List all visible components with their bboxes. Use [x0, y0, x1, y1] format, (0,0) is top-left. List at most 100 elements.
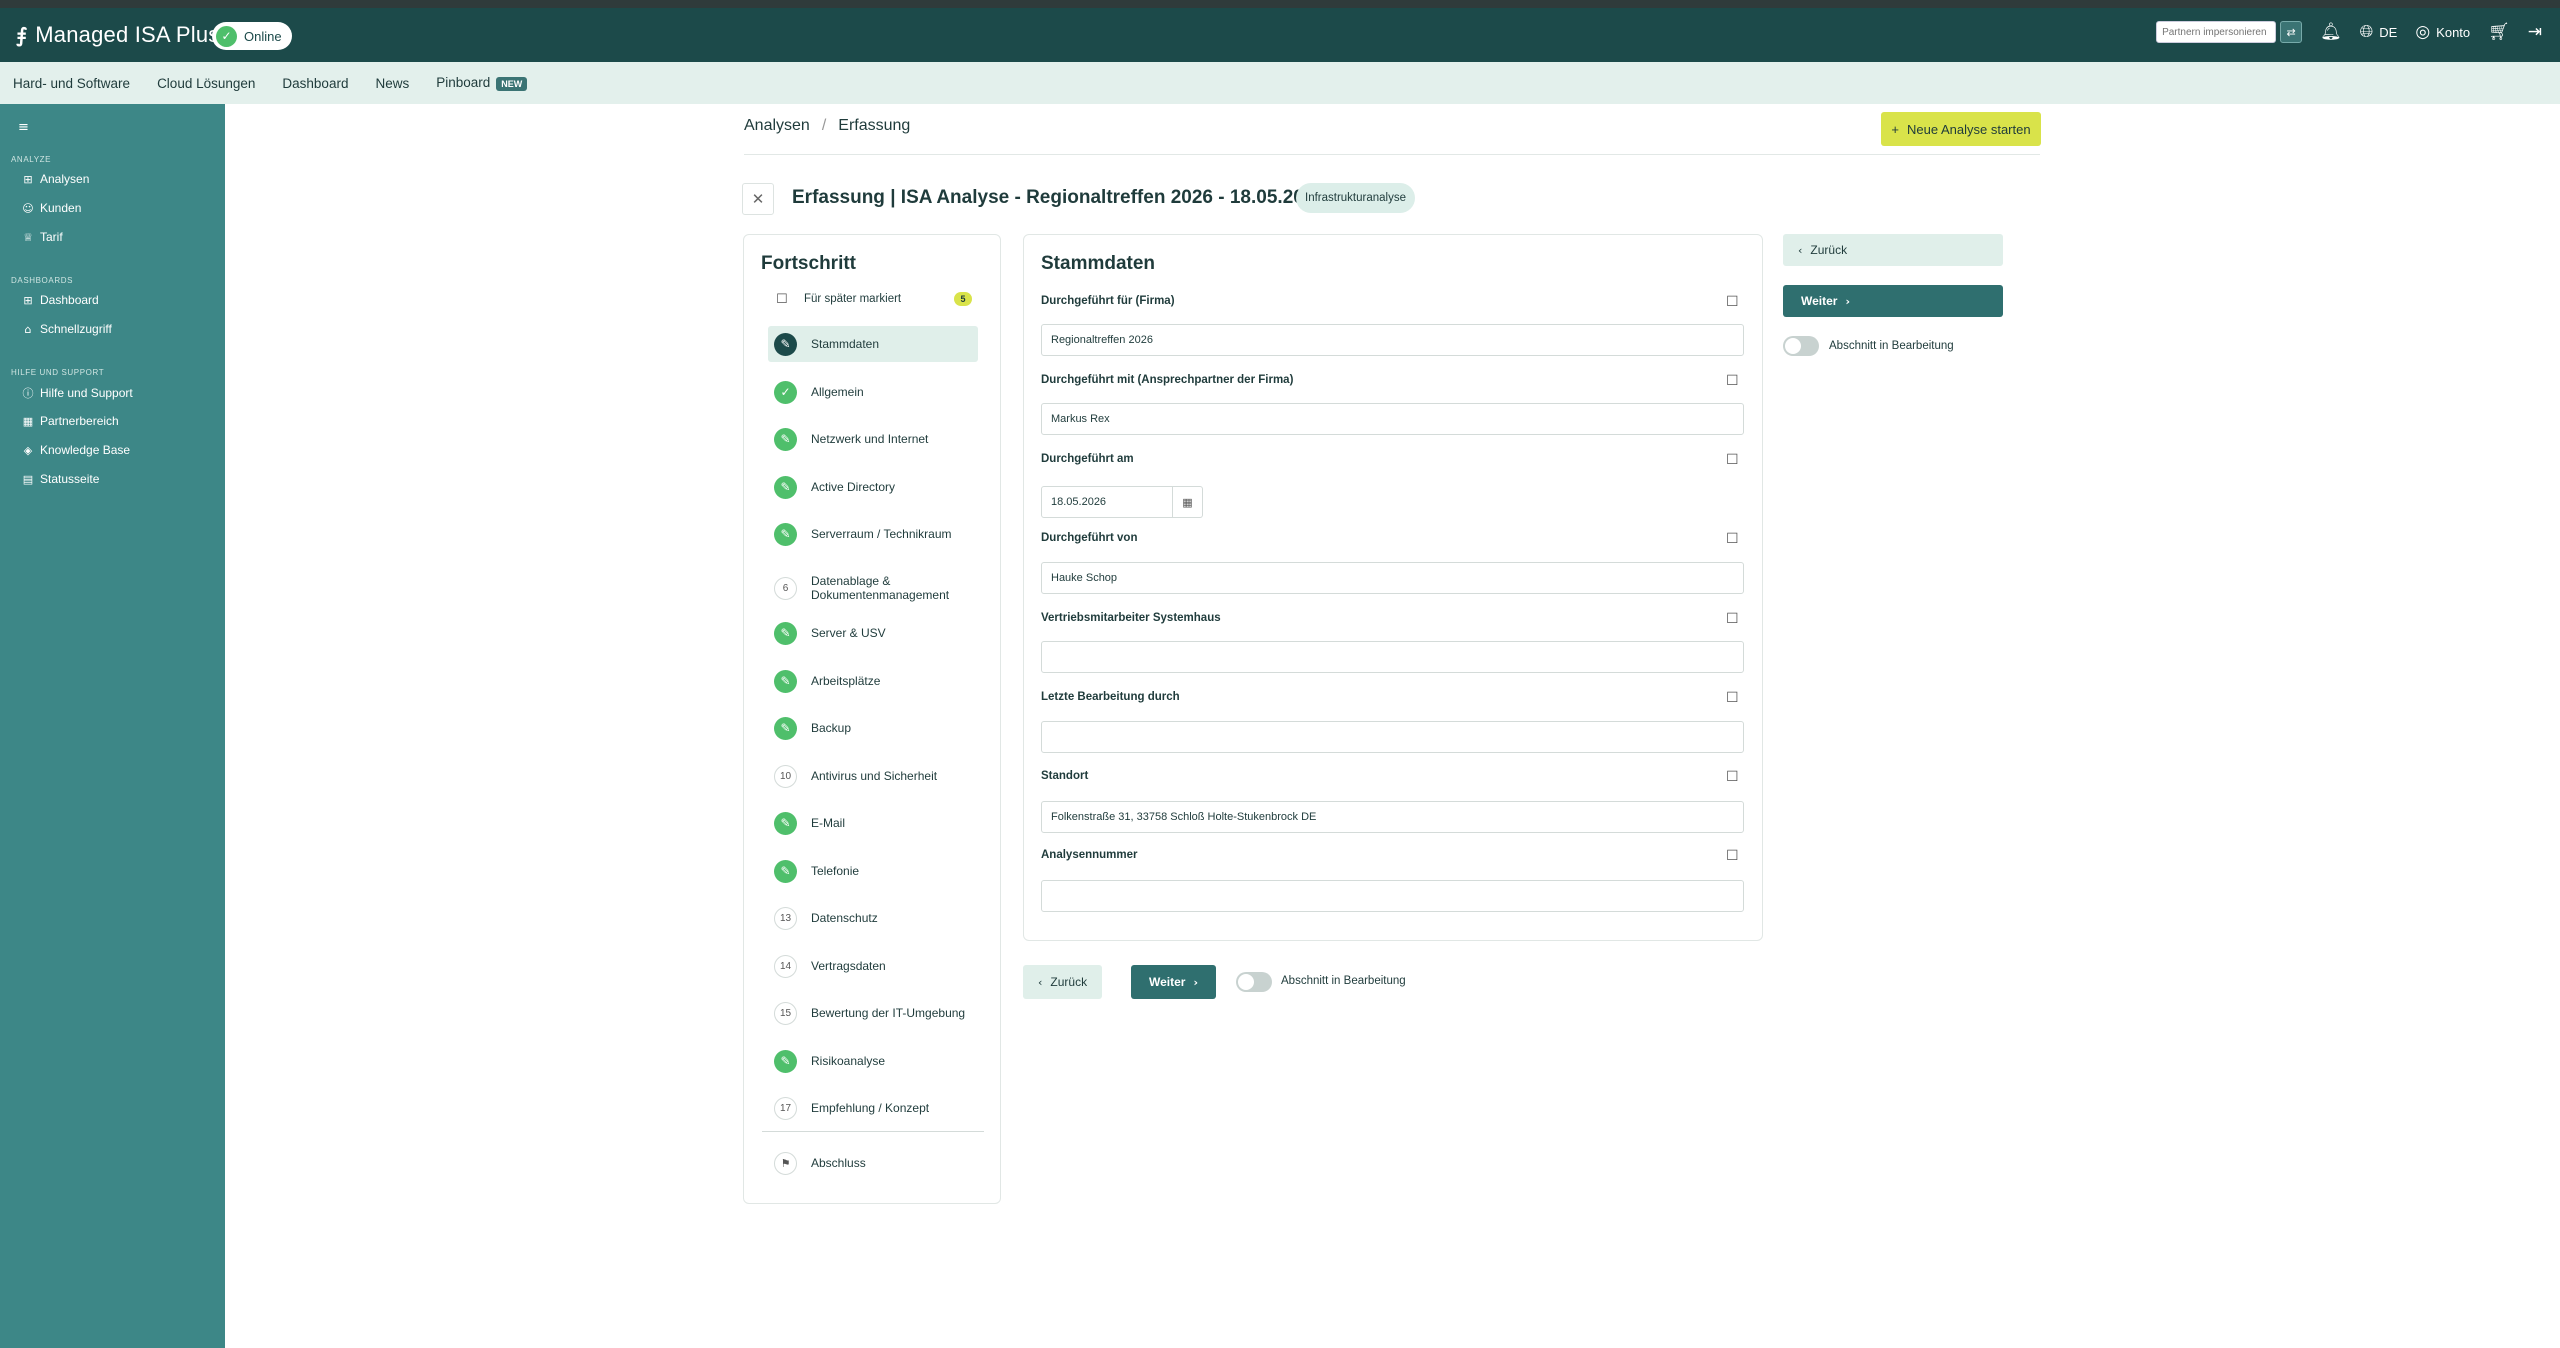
account-menu[interactable]: ◎ Konto — [2415, 22, 2470, 42]
progress-divider — [762, 1131, 984, 1132]
sidebar-item-label: Analysen — [40, 172, 90, 186]
step-server-usv[interactable]: ✎ Server & USV — [768, 615, 978, 651]
step-label: Backup — [811, 721, 852, 735]
step-number: 15 — [774, 1001, 797, 1025]
field-label-vertrieb: Vertriebsmitarbeiter Systemhaus — [1041, 612, 1221, 624]
bookmark-icon[interactable]: ☐ — [1726, 848, 1739, 864]
step-label: Netzwerk und Internet — [811, 432, 929, 446]
sidebar-item-analysen[interactable]: ⊞ Analysen — [22, 172, 89, 186]
step-label: Arbeitsplätze — [811, 674, 881, 688]
bookmark-icon[interactable]: ☐ — [1726, 611, 1739, 627]
sidebar-item-tarif[interactable]: ♕ Tarif — [22, 230, 63, 244]
analysis-type-badge: Infrastrukturanalyse — [1296, 183, 1415, 213]
calendar-icon[interactable]: ▦ — [1173, 486, 1203, 518]
durchgefuehrt-von-input[interactable]: Hauke Schop — [1041, 562, 1744, 594]
step-risikoanalyse[interactable]: ✎ Risikoanalyse — [768, 1043, 978, 1079]
next-button-side[interactable]: Weiter › — [1783, 285, 2003, 317]
analysennummer-input[interactable] — [1041, 880, 1744, 912]
bookmark-icon[interactable]: ☐ — [1726, 294, 1739, 310]
user-circle-icon: ◎ — [2415, 22, 2431, 42]
step-active-directory[interactable]: ✎ Active Directory — [768, 469, 978, 505]
sidebar-item-statusseite[interactable]: ▤ Statusseite — [22, 472, 100, 486]
cart-icon[interactable]: 🛒︎ — [2488, 22, 2510, 42]
app-logo[interactable]: ⨎ Managed ISA Plus — [16, 22, 219, 48]
divider — [744, 154, 2040, 155]
sidebar-item-kunden[interactable]: ☺ Kunden — [22, 201, 81, 215]
step-label: Active Directory — [811, 480, 896, 494]
step-number: 6 — [774, 576, 797, 600]
bookmark-icon[interactable]: ☐ — [1726, 690, 1739, 706]
section-in-progress-toggle-side[interactable] — [1783, 336, 1819, 356]
status-badge: ✓ Online — [212, 22, 292, 50]
language-switcher[interactable]: 🌐︎ DE — [2360, 22, 2398, 42]
section-in-progress-toggle[interactable] — [1236, 972, 1272, 992]
flag-icon: ⚑ — [774, 1151, 797, 1175]
chevron-left-icon: ‹ — [1038, 975, 1043, 989]
next-label: Weiter — [1801, 294, 1838, 308]
vertrieb-input[interactable] — [1041, 641, 1744, 673]
field-label-ansprechpartner: Durchgeführt mit (Ansprechpartner der Fi… — [1041, 374, 1294, 386]
step-abschluss[interactable]: ⚑ Abschluss — [768, 1145, 978, 1181]
bookmark-icon[interactable]: ☐ — [1726, 373, 1739, 389]
new-analysis-label: Neue Analyse starten — [1907, 121, 2031, 137]
marked-for-later[interactable]: ☐ Für später markiert 5 — [776, 287, 972, 311]
sidebar-item-dashboard[interactable]: ⊞ Dashboard — [22, 293, 98, 307]
step-arbeitsplaetze[interactable]: ✎ Arbeitsplätze — [768, 663, 978, 699]
letzte-bearbeitung-input[interactable] — [1041, 721, 1744, 753]
pencil-icon: ✎ — [774, 1049, 797, 1073]
pencil-icon: ✎ — [774, 427, 797, 451]
step-vertragsdaten[interactable]: 14 Vertragsdaten — [768, 948, 978, 984]
ansprechpartner-input[interactable]: Markus Rex — [1041, 403, 1744, 435]
logout-icon[interactable]: ⇥ — [2528, 22, 2542, 42]
step-email[interactable]: ✎ E-Mail — [768, 805, 978, 841]
back-label: Zurück — [1050, 975, 1088, 989]
step-label: Datenschutz — [811, 911, 878, 925]
impersonate-input[interactable] — [2156, 21, 2277, 43]
close-icon: ✕ — [751, 190, 765, 208]
back-button-bottom[interactable]: ‹ Zurück — [1023, 965, 1103, 999]
new-analysis-button[interactable]: + Neue Analyse starten — [1881, 112, 2041, 146]
step-serverraum[interactable]: ✎ Serverraum / Technikraum — [768, 516, 978, 552]
progress-card: Fortschritt ☐ Für später markiert 5 ✎ Sta… — [743, 234, 1001, 1204]
step-datenablage[interactable]: 6 Datenablage & Dokumentenmanagement — [768, 568, 978, 608]
step-netzwerk[interactable]: ✎ Netzwerk und Internet — [768, 421, 978, 457]
field-label-durchgefuehrt-von: Durchgeführt von — [1041, 532, 1138, 544]
chevron-right-icon: › — [1193, 975, 1199, 989]
breadcrumb-analysen[interactable]: Analysen — [744, 117, 810, 134]
step-number: 14 — [774, 954, 797, 978]
progress-title: Fortschritt — [761, 253, 856, 274]
date-input[interactable]: 18.05.2026 — [1041, 486, 1173, 518]
sidebar-item-knowledge-base[interactable]: ◈ Knowledge Base — [22, 443, 130, 457]
nav-item-news[interactable]: News — [375, 76, 409, 91]
stammdaten-form: Stammdaten Durchgeführt für (Firma) ☐ Re… — [1023, 234, 1763, 941]
step-empfehlung[interactable]: 17 Empfehlung / Konzept — [768, 1090, 978, 1126]
sidebar-item-partnerbereich[interactable]: ▦ Partnerbereich — [22, 414, 119, 428]
bell-icon[interactable]: 🔔︎ — [2320, 22, 2342, 42]
step-bewertung[interactable]: 15 Bewertung der IT-Umgebung — [768, 995, 978, 1031]
bookmark-icon[interactable]: ☐ — [1726, 452, 1739, 468]
nav-item-pinboard[interactable]: Pinboard NEW — [436, 75, 528, 91]
account-label: Konto — [2436, 24, 2471, 40]
nav-item-hardware[interactable]: Hard- und Software — [13, 76, 130, 91]
step-datenschutz[interactable]: 13 Datenschutz — [768, 900, 978, 936]
step-stammdaten[interactable]: ✎ Stammdaten — [768, 326, 978, 362]
sidebar-item-help[interactable]: ⓘ Hilfe und Support — [22, 385, 133, 401]
close-button[interactable]: ✕ — [742, 183, 774, 215]
bookmark-icon[interactable]: ☐ — [1726, 769, 1739, 785]
step-backup[interactable]: ✎ Backup — [768, 710, 978, 746]
step-allgemein[interactable]: ✓ Allgemein — [768, 374, 978, 410]
nav-item-dashboard[interactable]: Dashboard — [282, 76, 348, 91]
nav-item-cloud[interactable]: Cloud Lösungen — [157, 76, 255, 91]
firma-input[interactable]: Regionaltreffen 2026 — [1041, 324, 1744, 356]
bookmark-icon[interactable]: ☐ — [1726, 531, 1739, 547]
step-antivirus[interactable]: 10 Antivirus und Sicherheit — [768, 758, 978, 794]
next-button-bottom[interactable]: Weiter › — [1131, 965, 1217, 999]
sidebar-toggle-icon[interactable]: ≡ — [18, 120, 29, 135]
back-button-side[interactable]: ‹ Zurück — [1783, 234, 2003, 266]
sidebar-item-schnellzugriff[interactable]: ⌂ Schnellzugriff — [22, 322, 112, 336]
step-telefonie[interactable]: ✎ Telefonie — [768, 853, 978, 889]
field-label-letzte-bearbeitung: Letzte Bearbeitung durch — [1041, 691, 1180, 703]
standort-input[interactable]: Folkenstraße 31, 33758 Schloß Holte-Stuk… — [1041, 801, 1744, 833]
impersonate-button[interactable]: ⇄ — [2280, 21, 2303, 43]
user-switch-icon: ⇄ — [2286, 26, 2296, 39]
